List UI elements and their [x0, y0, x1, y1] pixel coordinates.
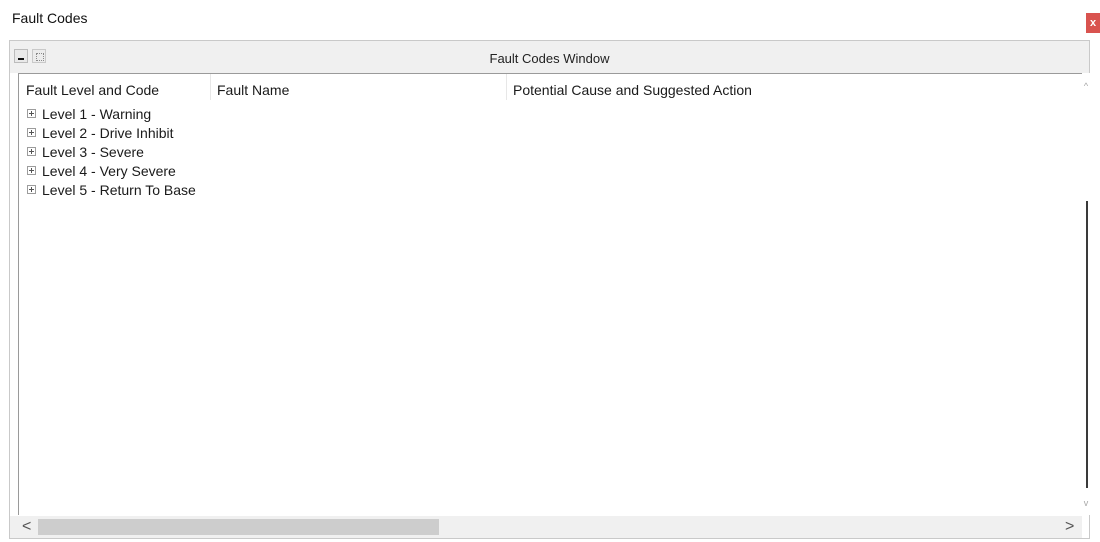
expand-plus-icon[interactable] — [27, 185, 36, 194]
tree-row-label: Level 2 - Drive Inhibit — [42, 124, 174, 141]
expand-plus-icon[interactable] — [27, 147, 36, 156]
expand-plus-icon[interactable] — [27, 128, 36, 137]
dialog-title: Fault Codes — [12, 10, 88, 26]
column-separator[interactable] — [210, 74, 211, 100]
fault-tree-grid: Fault Level and Code Fault Name Potentia… — [18, 73, 1082, 515]
tree-row-label: Level 1 - Warning — [42, 105, 152, 122]
column-header-fault-level[interactable]: Fault Level and Code — [26, 82, 159, 98]
horizontal-scroll-thumb[interactable] — [38, 519, 439, 535]
horizontal-scrollbar[interactable]: < > — [10, 516, 1082, 538]
scroll-up-icon[interactable]: ^ — [1082, 81, 1090, 91]
tree-row-label: Level 3 - Severe — [42, 143, 144, 160]
dialog-titlebar: Fault Codes x — [0, 0, 1100, 38]
tree-row-level-3[interactable]: Level 3 - Severe — [27, 142, 144, 161]
column-separator[interactable] — [506, 74, 507, 100]
close-button[interactable]: x — [1086, 13, 1100, 33]
expand-plus-icon[interactable] — [27, 166, 36, 175]
scroll-right-icon[interactable]: > — [1065, 518, 1074, 536]
tree-row-label: Level 4 - Very Severe — [42, 162, 176, 179]
panel-header: Fault Codes Window — [10, 41, 1089, 73]
fault-codes-panel: Fault Codes Window Fault Level and Code … — [9, 40, 1090, 539]
column-header-fault-name[interactable]: Fault Name — [217, 82, 289, 98]
scroll-down-icon[interactable]: v — [1082, 498, 1090, 508]
close-icon: x — [1089, 16, 1097, 29]
vertical-scrollbar[interactable]: ^ v — [1082, 73, 1090, 515]
tree-row-level-5[interactable]: Level 5 - Return To Base — [27, 180, 196, 199]
expand-plus-icon[interactable] — [27, 109, 36, 118]
scroll-left-icon[interactable]: < — [22, 518, 31, 536]
tree-row-level-4[interactable]: Level 4 - Very Severe — [27, 161, 176, 180]
panel-title: Fault Codes Window — [489, 51, 610, 66]
tree-row-label: Level 5 - Return To Base — [42, 181, 196, 198]
vertical-scroll-thumb[interactable] — [1086, 201, 1088, 488]
tree-row-level-2[interactable]: Level 2 - Drive Inhibit — [27, 123, 174, 142]
tree-row-level-1[interactable]: Level 1 - Warning — [27, 104, 151, 123]
column-header-potential-cause[interactable]: Potential Cause and Suggested Action — [513, 82, 752, 98]
